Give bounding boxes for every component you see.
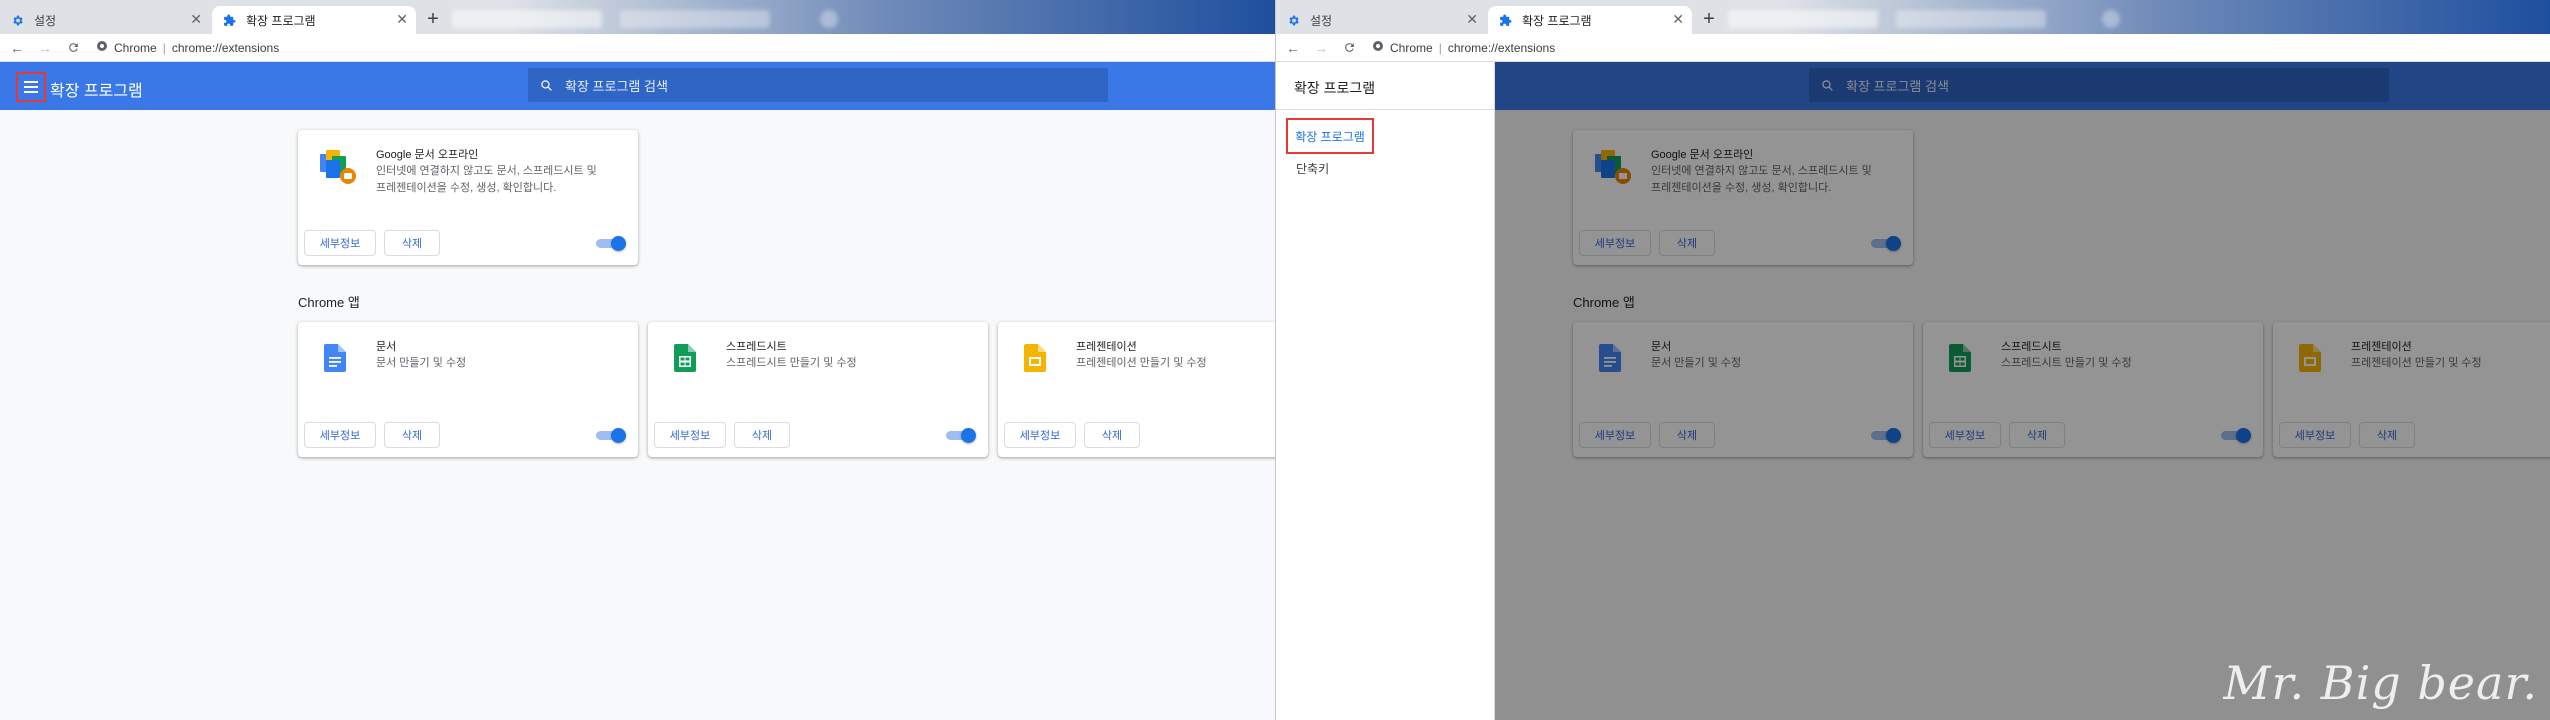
menu-line xyxy=(24,86,38,88)
enable-toggle[interactable] xyxy=(596,428,626,443)
new-tab-button[interactable]: + xyxy=(1696,7,1722,33)
app-name: 스프레드시트 xyxy=(726,341,787,353)
app-description: 스프레드시트 만들기 및 수정 xyxy=(726,357,857,369)
docs-offline-icon xyxy=(318,148,358,191)
tab-title: 확장 프로그램 xyxy=(246,13,316,28)
app-card-docs: 문서 문서 만들기 및 수정 세부정보 삭제 xyxy=(298,322,638,457)
app-card-slides: 프레젠테이션 프레젠테이션 만들기 및 수정 세부정보 삭제 xyxy=(998,322,1275,457)
description-line: 인터넷에 연결하지 않고도 문서, 스프레드시트 및 xyxy=(376,165,597,177)
sheets-icon xyxy=(674,344,696,377)
omnibox[interactable]: Chrome | chrome://extensions xyxy=(1372,37,1555,59)
extensions-content: Google 문서 오프라인 인터넷에 연결하지 않고도 문서, 스프레드시트 … xyxy=(0,110,1275,720)
app-name: 문서 xyxy=(376,341,397,353)
page-title: 확장 프로그램 xyxy=(50,83,143,100)
tab-strip: 설정 ✕ 확장 프로그램 ✕ + xyxy=(1276,0,2550,34)
docs-icon xyxy=(324,344,346,377)
puzzle-icon xyxy=(1498,13,1512,27)
omnibox-url: chrome://extensions xyxy=(171,40,280,55)
details-button[interactable]: 세부정보 xyxy=(304,422,376,448)
blurred-tab[interactable] xyxy=(1728,10,1878,28)
search-icon xyxy=(540,79,553,92)
apps-section-title: Chrome 앱 xyxy=(298,295,360,310)
address-bar: ← → Chrome | chrome://extensions xyxy=(0,34,1275,62)
chrome-site-icon xyxy=(1372,40,1384,55)
side-drawer: 확장 프로그램 확장 프로그램 단축키 xyxy=(1276,62,1495,720)
omnibox-site: Chrome xyxy=(1390,40,1433,55)
drawer-header: 확장 프로그램 xyxy=(1276,62,1495,110)
tab-settings[interactable]: 설정 ✕ xyxy=(0,6,210,34)
drawer-item-extensions[interactable]: 확장 프로그램 xyxy=(1286,118,1374,154)
tab-extensions[interactable]: 확장 프로그램 ✕ xyxy=(212,6,416,34)
blurred-tab[interactable] xyxy=(620,10,770,28)
description-line: 프레젠테이션을 수정, 생성, 확인합니다. xyxy=(376,182,557,194)
tab-title: 설정 xyxy=(34,13,57,28)
right-screenshot-panel: 설정 ✕ 확장 프로그램 ✕ + ← → Chrome | chrome://e… xyxy=(1275,0,2550,720)
remove-button[interactable]: 삭제 xyxy=(384,422,440,448)
close-tab-icon[interactable]: ✕ xyxy=(396,11,408,28)
remove-button[interactable]: 삭제 xyxy=(384,230,440,256)
search-input[interactable]: 확장 프로그램 검색 xyxy=(528,68,1108,102)
toggle-knob xyxy=(611,428,626,443)
forward-arrow-icon[interactable]: → xyxy=(34,37,56,59)
hamburger-menu-button[interactable] xyxy=(16,72,46,102)
app-description: 프레젠테이션 만들기 및 수정 xyxy=(1076,357,1207,369)
tab-title: 설정 xyxy=(1310,13,1333,28)
puzzle-icon xyxy=(222,13,236,27)
omnibox[interactable]: Chrome | chrome://extensions xyxy=(96,37,279,59)
app-description: 문서 만들기 및 수정 xyxy=(376,357,467,369)
drawer-item-shortcuts[interactable]: 단축키 xyxy=(1296,160,1329,177)
blurred-tab[interactable] xyxy=(2102,10,2120,28)
details-button[interactable]: 세부정보 xyxy=(304,230,376,256)
menu-line xyxy=(24,81,38,83)
details-button[interactable]: 세부정보 xyxy=(1004,422,1076,448)
close-tab-icon[interactable]: ✕ xyxy=(190,11,202,28)
address-bar: ← → Chrome | chrome://extensions xyxy=(1276,34,2550,62)
menu-line xyxy=(24,91,38,93)
tab-title: 확장 프로그램 xyxy=(1522,13,1592,28)
omnibox-divider: | xyxy=(162,40,166,55)
reload-icon[interactable] xyxy=(62,37,84,59)
new-tab-button[interactable]: + xyxy=(420,7,446,33)
enable-toggle[interactable] xyxy=(596,236,626,251)
extension-name: Google 문서 오프라인 xyxy=(376,149,479,161)
tab-strip: 설정 ✕ 확장 프로그램 ✕ + xyxy=(0,0,1275,34)
app-card-sheets: 스프레드시트 스프레드시트 만들기 및 수정 세부정보 삭제 xyxy=(648,322,988,457)
omnibox-site: Chrome xyxy=(114,40,157,55)
details-button[interactable]: 세부정보 xyxy=(654,422,726,448)
back-arrow-icon[interactable]: ← xyxy=(1282,37,1304,59)
forward-arrow-icon[interactable]: → xyxy=(1310,37,1332,59)
remove-button[interactable]: 삭제 xyxy=(1084,422,1140,448)
app-name: 프레젠테이션 xyxy=(1076,341,1137,353)
watermark: Mr. Big bear. xyxy=(2223,656,2538,710)
extension-description: 인터넷에 연결하지 않고도 문서, 스프레드시트 및 프레젠테이션을 수정, 생… xyxy=(376,163,597,197)
chrome-site-icon xyxy=(96,40,108,55)
blurred-tab[interactable] xyxy=(1896,10,2046,28)
tab-extensions[interactable]: 확장 프로그램 ✕ xyxy=(1488,6,1692,34)
remove-button[interactable]: 삭제 xyxy=(734,422,790,448)
drawer-title: 확장 프로그램 xyxy=(1294,80,1376,96)
slides-icon xyxy=(1024,344,1046,377)
extensions-header: 확장 프로그램 확장 프로그램 검색 xyxy=(0,62,1275,110)
back-arrow-icon[interactable]: ← xyxy=(6,37,28,59)
extension-card: Google 문서 오프라인 인터넷에 연결하지 않고도 문서, 스프레드시트 … xyxy=(298,130,638,265)
search-placeholder: 확장 프로그램 검색 xyxy=(565,78,668,94)
toggle-knob xyxy=(611,236,626,251)
blurred-tab[interactable] xyxy=(452,10,602,28)
close-tab-icon[interactable]: ✕ xyxy=(1672,11,1684,28)
enable-toggle[interactable] xyxy=(946,428,976,443)
close-tab-icon[interactable]: ✕ xyxy=(1466,11,1478,28)
gear-icon xyxy=(1286,13,1300,27)
omnibox-divider: | xyxy=(1438,40,1442,55)
omnibox-url: chrome://extensions xyxy=(1447,40,1556,55)
blurred-tab[interactable] xyxy=(820,10,838,28)
toggle-knob xyxy=(961,428,976,443)
left-screenshot-panel: 설정 ✕ 확장 프로그램 ✕ + ← → Chrome | chrome://e… xyxy=(0,0,1275,720)
reload-icon[interactable] xyxy=(1338,37,1360,59)
gear-icon xyxy=(10,13,24,27)
tab-settings[interactable]: 설정 ✕ xyxy=(1276,6,1486,34)
